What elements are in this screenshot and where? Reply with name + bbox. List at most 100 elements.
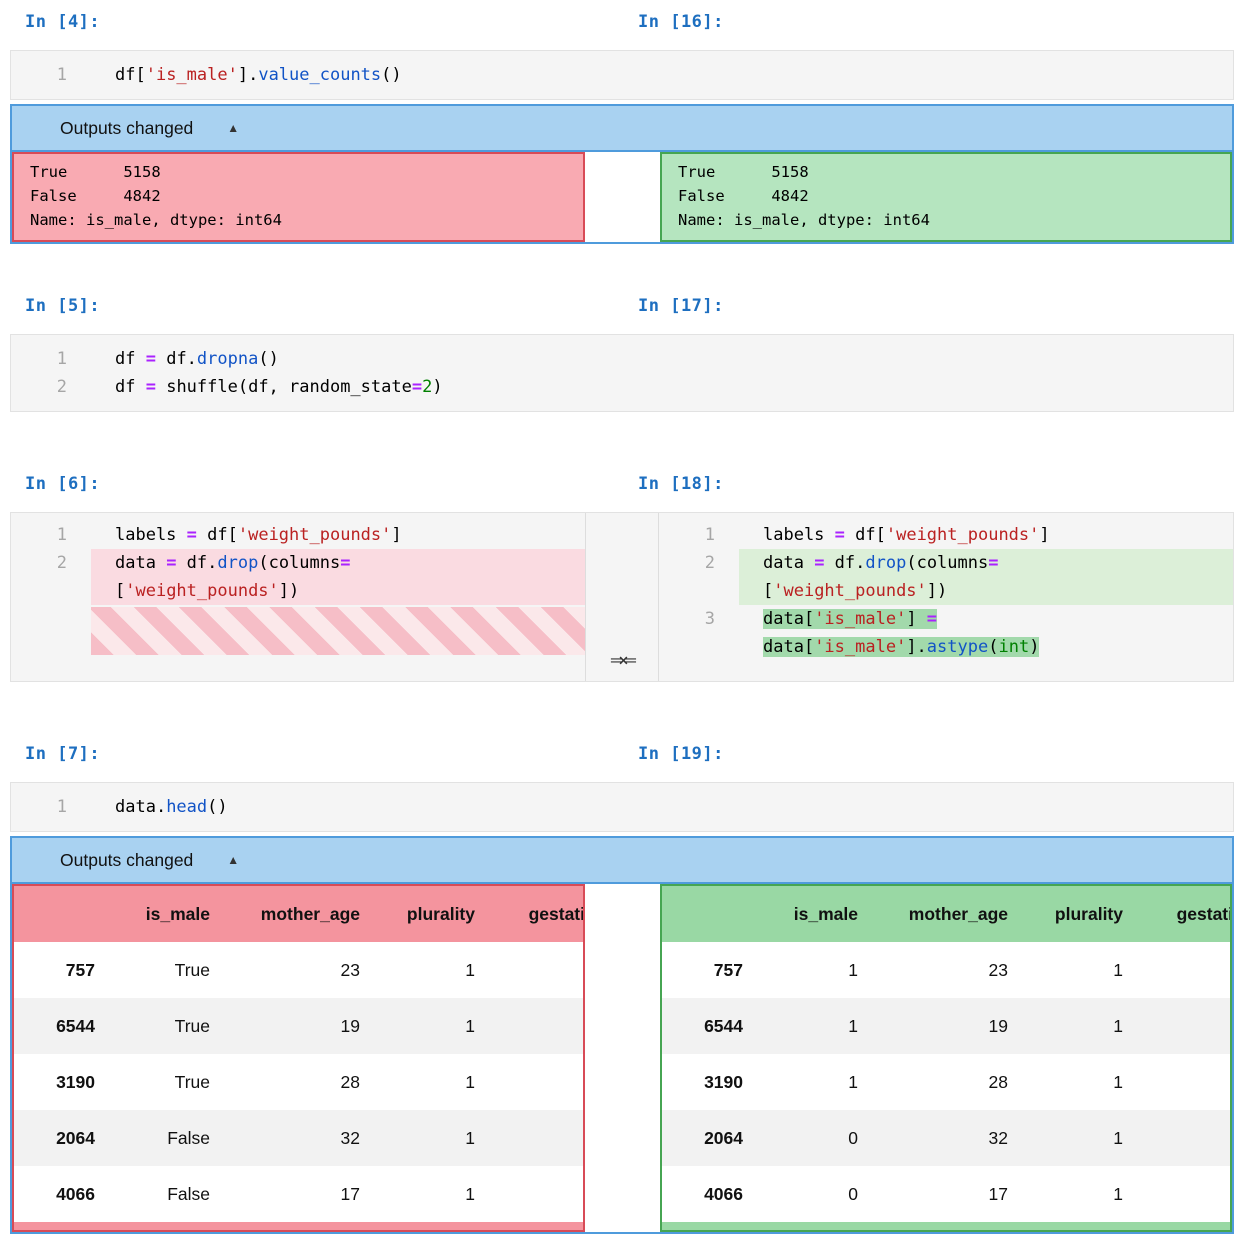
outputs-row: True 5158 False 4842 Name: is_male, dtyp… [12, 152, 1232, 242]
code-token: df[ [197, 525, 238, 545]
diff-section-cell-5: In [5]: In [17]: 1df = df.dropna()2df = … [10, 296, 1234, 412]
output-removed: True 5158 False 4842 Name: is_male, dtyp… [12, 152, 585, 242]
code-line: 1labels = df['weight_pounds'] [659, 521, 1233, 549]
table-row: 20640321 [662, 1110, 1232, 1166]
table-cell: 1 [374, 1110, 489, 1166]
code-cell: 1data.head() [10, 782, 1234, 832]
table-cell [489, 1166, 585, 1222]
code-line: ['weight_pounds']) [659, 577, 1233, 605]
code-token: (columns [258, 553, 340, 573]
table-cell: 0 [757, 1166, 872, 1222]
code-line: 1data.head() [11, 793, 1233, 821]
code-token: ]) [279, 581, 299, 601]
code-token: [ [763, 581, 773, 601]
collapse-up-icon[interactable]: ▲ [227, 853, 239, 867]
deleted-lines-stripes [91, 607, 585, 655]
diff-section-cell-7: In [7]: In [19]: 1data.head() Outputs ch… [10, 744, 1234, 1234]
merge-arrows-icon[interactable]: ⇒⇐ [586, 650, 658, 671]
code-token: 'weight_pounds' [238, 525, 392, 545]
code-token: drop [865, 553, 906, 573]
table-cell [1137, 1110, 1232, 1166]
code-token: data[ [763, 609, 814, 629]
code-text: df = shuffle(df, random_state=2) [91, 373, 1233, 401]
table-cell: 28 [872, 1054, 1022, 1110]
table-cell: 1 [1022, 1054, 1137, 1110]
input-prompt-old: In [4]: [25, 12, 100, 32]
code-pane-old: 1labels = df['weight_pounds']2data = df.… [11, 513, 586, 681]
added-text-highlight: data['is_male'] = [763, 609, 937, 629]
code-token: ]. [906, 637, 926, 657]
table-row: 31901281 [662, 1054, 1232, 1110]
table-cell: True [109, 998, 224, 1054]
table-cell [1137, 942, 1232, 998]
table-row: 4066False171 [14, 1166, 585, 1222]
column-header: mother_age [224, 886, 374, 942]
code-cell: 1df['is_male'].value_counts() [10, 50, 1234, 100]
prompt-row: In [6]: In [18]: [10, 474, 1234, 500]
table-row: 6544True191 [14, 998, 585, 1054]
code-line: 2data = df.drop(columns= [11, 549, 585, 577]
code-pane-new: 1labels = df['weight_pounds']2data = df.… [659, 513, 1233, 681]
table-header-row: is_malemother_agepluralitygestati [14, 886, 585, 942]
table-cell: 1 [1022, 1110, 1137, 1166]
table-host: is_malemother_agepluralitygestati757True… [14, 886, 583, 1222]
code-token: value_counts [258, 65, 381, 85]
table-cell [489, 1054, 585, 1110]
row-index: 2064 [14, 1110, 109, 1166]
code-cell: 1df = df.dropna()2df = shuffle(df, rando… [10, 334, 1234, 412]
table-row: 65441191 [662, 998, 1232, 1054]
table-cell: 1 [1022, 942, 1137, 998]
table-cell [489, 1110, 585, 1166]
input-prompt-old: In [5]: [25, 296, 100, 316]
diff-center-gutter: ⇒⇐ [586, 513, 659, 681]
code-token: df. [176, 553, 217, 573]
line-number: 1 [11, 793, 91, 821]
code-token: = [814, 553, 824, 573]
table-row: 2064False321 [14, 1110, 585, 1166]
code-token: labels [115, 525, 187, 545]
code-token: = [146, 349, 156, 369]
code-token: labels [763, 525, 835, 545]
outputs-row: is_malemother_agepluralitygestati757True… [12, 884, 1232, 1232]
code-line: 1labels = df['weight_pounds'] [11, 521, 585, 549]
code-token: = [340, 553, 350, 573]
table-cell: 0 [757, 1110, 872, 1166]
code-token: (columns [906, 553, 988, 573]
table-cell: 1 [1022, 1166, 1137, 1222]
table-host: is_malemother_agepluralitygestati7571231… [662, 886, 1230, 1222]
line-number [659, 633, 739, 661]
code-token: 'is_male' [146, 65, 238, 85]
output-gap [585, 884, 660, 1232]
collapse-up-icon[interactable]: ▲ [227, 121, 239, 135]
code-line: 1df = df.dropna() [11, 345, 1233, 373]
code-token: [ [115, 581, 125, 601]
code-token: df [115, 377, 146, 397]
table-cell [489, 998, 585, 1054]
code-text: labels = df['weight_pounds'] [739, 521, 1233, 549]
input-prompt-old: In [7]: [25, 744, 100, 764]
output-gap [585, 152, 660, 242]
table-cell: 32 [872, 1110, 1022, 1166]
column-header: plurality [1022, 886, 1137, 942]
code-text: data['is_male'].astype(int) [739, 633, 1233, 661]
column-header: is_male [109, 886, 224, 942]
table-header-row: is_malemother_agepluralitygestati [662, 886, 1232, 942]
row-index: 6544 [14, 998, 109, 1054]
code-token: = [187, 525, 197, 545]
code-token: data [115, 553, 166, 573]
code-diff-split: 1labels = df['weight_pounds']2data = df.… [10, 512, 1234, 682]
table-cell: 23 [224, 942, 374, 998]
line-number: 1 [11, 345, 91, 373]
code-text: ['weight_pounds']) [739, 577, 1233, 605]
table-cell: 23 [872, 942, 1022, 998]
outputs-changed-label: Outputs changed [60, 118, 193, 139]
row-index: 757 [14, 942, 109, 998]
code-token: () [258, 349, 278, 369]
code-line: 3data['is_male'] = [659, 605, 1233, 633]
table-cell: True [109, 942, 224, 998]
row-index: 3190 [662, 1054, 757, 1110]
code-line: 2data = df.drop(columns= [659, 549, 1233, 577]
column-header: gestati [489, 886, 585, 942]
column-header: is_male [757, 886, 872, 942]
table-cell: 1 [757, 998, 872, 1054]
